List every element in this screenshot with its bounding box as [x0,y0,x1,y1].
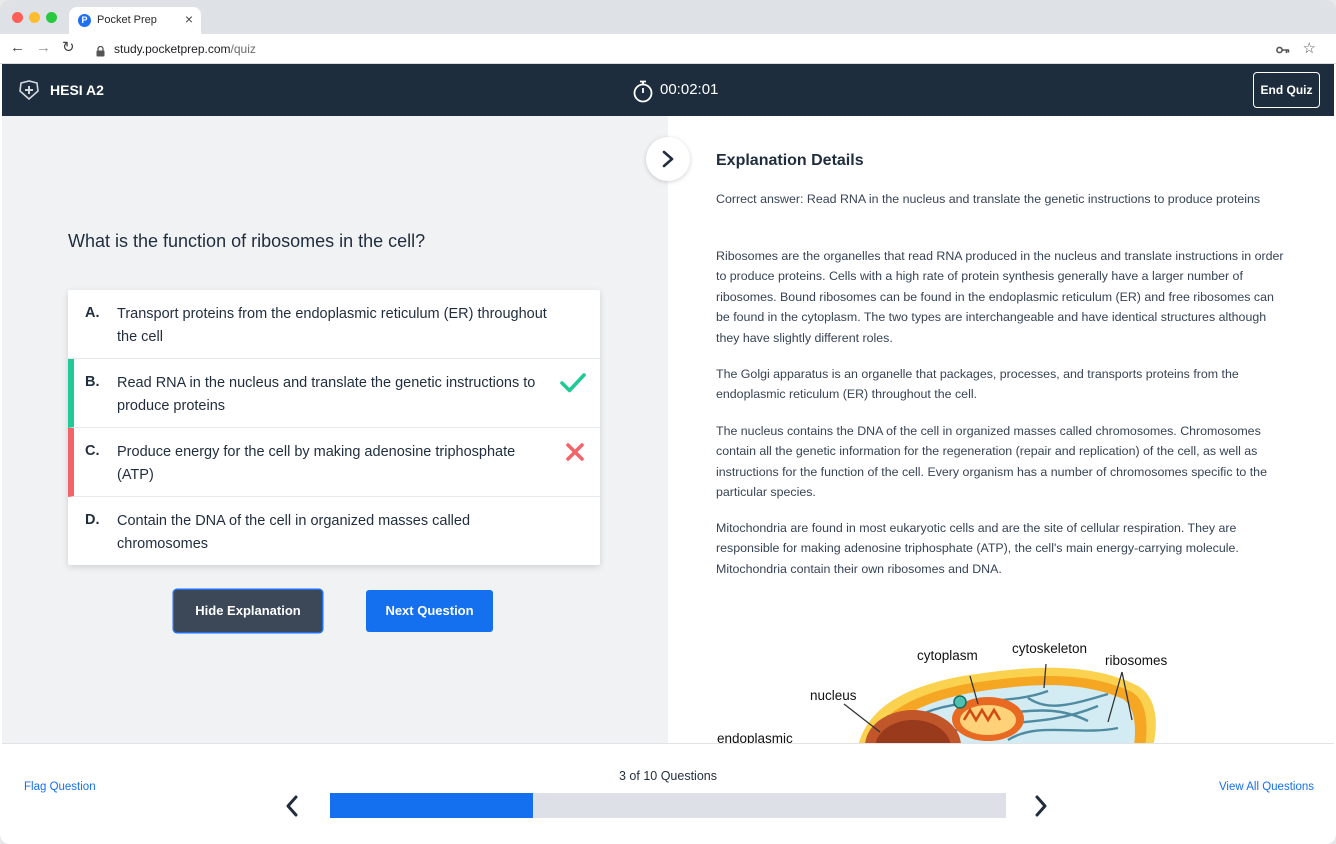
browser-window: P Pocket Prep × ← → ↻ study.pocketprep.c… [0,0,1336,844]
checkmark-icon [560,372,586,399]
hide-explanation-button[interactable]: Hide Explanation [174,590,322,632]
answer-text: Contain the DNA of the cell in organized… [117,513,471,552]
pocket-prep-logo-icon [18,80,40,105]
explanation-title: Explanation Details [716,152,864,169]
answer-option-d[interactable]: D. Contain the DNA of the cell in organi… [68,497,600,565]
reload-icon[interactable]: ↻ [62,40,75,56]
answer-letter: D. [85,512,100,528]
figure-label-ribosomes: ribosomes [1105,653,1168,668]
explanation-paragraph: The nucleus contains the DNA of the cell… [716,424,1267,500]
address-bar[interactable]: study.pocketprep.com/quiz [114,42,256,56]
key-icon[interactable] [1276,42,1290,60]
explanation-paragraph: Correct answer: Read RNA in the nucleus … [716,192,1261,206]
tab-title: Pocket Prep [97,14,157,26]
collapse-explanation-button[interactable] [646,137,690,181]
stopwatch-icon [632,79,654,108]
browser-tab-bar: P Pocket Prep × [0,0,1336,34]
explanation-paragraph: The Golgi apparatus is an organelle that… [716,367,1239,402]
explanation-paragraph: Ribosomes are the organelles that read R… [716,249,1284,345]
pocket-prep-favicon-icon: P [78,14,91,27]
answer-letter: C. [85,443,100,459]
explanation-pane[interactable]: Explanation Details Correct answer: Read… [668,116,1334,744]
lock-icon[interactable] [96,44,105,62]
answer-text: Read RNA in the nucleus and translate th… [117,375,536,414]
x-mark-icon [564,441,586,468]
window-zoom-control[interactable] [46,12,57,23]
progress-bar [330,793,1006,818]
quiz-footer: Flag Question 3 of 10 Questions View All… [2,743,1334,844]
next-question-button[interactable]: Next Question [366,590,493,632]
chevron-right-icon [662,150,674,168]
answer-option-a[interactable]: A. Transport proteins from the endoplasm… [68,290,600,359]
view-all-questions-link[interactable]: View All Questions [1219,781,1314,793]
answer-text: Produce energy for the cell by making ad… [117,444,516,483]
window-minimize-control[interactable] [29,12,40,23]
exam-title: HESI A2 [50,82,104,98]
next-question-chevron-icon[interactable] [1034,795,1048,822]
forward-arrow-icon[interactable]: → [36,40,51,56]
browser-toolbar: ← → ↻ study.pocketprep.com/quiz ☆ [0,34,1336,64]
figure-label-cytoplasm: cytoplasm [917,648,978,663]
answer-letter: B. [85,374,100,390]
url-path: /quiz [230,42,256,56]
answer-text: Transport proteins from the endoplasmic … [117,306,547,345]
back-arrow-icon[interactable]: ← [10,40,25,56]
question-pane: What is the function of ribosomes in the… [2,116,668,744]
bookmark-star-icon[interactable]: ☆ [1303,39,1316,57]
url-host: study.pocketprep.com [114,42,231,56]
browser-tab[interactable]: P Pocket Prep × [69,7,201,34]
figure-label-nucleus: nucleus [810,688,857,703]
figure-label-cytoskeleton: cytoskeleton [1012,641,1088,656]
progress-bar-fill [330,793,533,818]
app-header: HESI A2 00:02:01 End Quiz [2,64,1334,116]
tab-close-icon[interactable]: × [185,12,193,26]
quiz-timer: 00:02:01 [660,81,719,98]
answer-option-b[interactable]: B. Read RNA in the nucleus and translate… [68,359,600,428]
progress-label: 3 of 10 Questions [619,769,717,783]
answer-letter: A. [85,305,100,321]
end-quiz-button[interactable]: End Quiz [1253,72,1320,108]
explanation-paragraph: Mitochondria are found in most eukaryoti… [716,521,1239,576]
question-text: What is the function of ribosomes in the… [68,231,426,251]
answer-option-c[interactable]: C. Produce energy for the cell by making… [68,428,600,497]
answer-list: A. Transport proteins from the endoplasm… [68,290,600,565]
window-close-control[interactable] [12,12,23,23]
previous-question-chevron-icon[interactable] [285,795,299,822]
